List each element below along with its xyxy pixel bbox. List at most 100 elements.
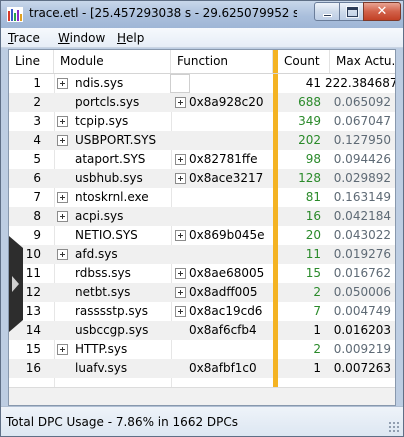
max-actual-value: 0.043022	[333, 228, 391, 242]
horizontal-scrollbar[interactable]	[9, 387, 395, 405]
function-address: 0x8afbf1c0	[189, 361, 257, 375]
expand-icon[interactable]	[175, 268, 186, 279]
menu-trace[interactable]: Trace	[8, 31, 40, 45]
pane-collapse-tab-icon[interactable]	[9, 236, 23, 332]
table-row[interactable]: 2 portcls.sys 0x8a928c20 688 0.065092	[9, 93, 395, 112]
function-address: 0x8ace3217	[189, 171, 264, 185]
count-value: 688	[298, 95, 321, 109]
expand-icon[interactable]	[57, 78, 68, 89]
expand-icon[interactable]	[57, 211, 68, 222]
header-function[interactable]: Function	[171, 50, 273, 73]
max-actual-value: 0.009219	[333, 342, 391, 356]
module-name: HTTP.sys	[75, 342, 128, 356]
menu-window[interactable]: Window	[58, 31, 105, 45]
header-line[interactable]: Line	[9, 50, 54, 73]
count-value: 7	[313, 304, 321, 318]
function-cell-box	[170, 74, 190, 93]
table-header: Line Module Function Count Max Actu...	[9, 50, 395, 74]
count-value: 128	[298, 171, 321, 185]
table-row[interactable]: 4 USBPORT.SYS 202 0.127950	[9, 131, 395, 150]
resize-grip-icon[interactable]	[388, 421, 400, 433]
table-row[interactable]: 15 HTTP.sys 2 0.009219	[9, 340, 395, 359]
table-row[interactable]: 10 afd.sys 11 0.019276	[9, 245, 395, 264]
minimize-icon	[323, 14, 332, 17]
expand-icon[interactable]	[175, 230, 186, 241]
count-value: 81	[305, 190, 321, 204]
count-value: 202	[298, 133, 321, 147]
max-actual-value: 222.384687	[325, 76, 395, 90]
function-address	[189, 74, 271, 93]
minimize-button[interactable]	[314, 2, 340, 21]
title-bar[interactable]: trace.etl - [25.457293038 s - 29.6250799…	[1, 1, 403, 28]
maximize-icon	[347, 7, 358, 17]
module-name: usbccgp.sys	[75, 323, 149, 337]
function-address: 0x8ac19cd6	[189, 304, 263, 318]
menu-trace-rest: race	[13, 31, 40, 45]
table-row[interactable]: 1 ndis.sys 41 222.384687	[9, 74, 395, 93]
line-number: 8	[33, 209, 41, 223]
menu-help-accel: H	[117, 31, 127, 45]
table-row[interactable]: 9 NETIO.SYS 0x869b045e 20 0.043022	[9, 226, 395, 245]
module-name: netbt.sys	[75, 285, 131, 299]
expand-icon[interactable]	[175, 287, 186, 298]
max-actual-value: 0.016762	[333, 266, 391, 280]
header-max-actual[interactable]: Max Actu...	[330, 50, 395, 73]
header-count[interactable]: Count	[278, 50, 330, 73]
module-name: ndis.sys	[75, 76, 124, 90]
line-number: 5	[33, 152, 41, 166]
module-name: ntoskrnl.exe	[75, 190, 149, 204]
expand-icon[interactable]	[57, 116, 68, 127]
maximize-button[interactable]	[339, 2, 364, 21]
expand-icon[interactable]	[57, 249, 68, 260]
expand-icon[interactable]	[175, 306, 186, 317]
close-icon: ✕	[376, 4, 388, 19]
header-module[interactable]: Module	[54, 50, 171, 73]
window-title: trace.etl - [25.457293038 s - 29.6250799…	[29, 6, 297, 20]
max-actual-value: 0.004749	[333, 304, 391, 318]
function-address: 0x8af6cfb4	[189, 323, 257, 337]
table-row[interactable]: 7 ntoskrnl.exe 81 0.163149	[9, 188, 395, 207]
count-value: 1	[313, 323, 321, 337]
table-row[interactable]: 16 luafv.sys 0x8afbf1c0 1 0.007263	[9, 359, 395, 378]
max-actual-value: 0.007263	[333, 361, 391, 375]
max-actual-value: 0.050006	[333, 285, 391, 299]
expand-icon[interactable]	[175, 154, 186, 165]
line-number: 3	[33, 114, 41, 128]
menu-window-rest: indow	[69, 31, 106, 45]
expand-icon[interactable]	[175, 97, 186, 108]
function-address: 0x8adff005	[189, 285, 258, 299]
function-address: 0x82781ffe	[189, 152, 258, 166]
count-value: 1	[313, 361, 321, 375]
menu-help[interactable]: Help	[117, 31, 144, 45]
count-value: 15	[305, 266, 321, 280]
expand-icon[interactable]	[57, 135, 68, 146]
max-actual-value: 0.016203	[333, 323, 391, 337]
table-row[interactable]: 14 usbccgp.sys 0x8af6cfb4 1 0.016203	[9, 321, 395, 340]
count-value: 41	[305, 76, 321, 90]
table-row[interactable]: 5 ataport.SYS 0x82781ffe 98 0.094426	[9, 150, 395, 169]
function-address	[189, 340, 271, 359]
expand-icon[interactable]	[175, 173, 186, 184]
line-number: 4	[33, 133, 41, 147]
line-number: 15	[25, 342, 41, 356]
module-name: tcpip.sys	[75, 114, 129, 128]
table-row[interactable]: 11 rdbss.sys 0x8ae68005 15 0.016762	[9, 264, 395, 283]
max-actual-value: 0.163149	[333, 190, 391, 204]
module-name: afd.sys	[75, 247, 118, 261]
function-address	[189, 131, 271, 150]
expand-icon[interactable]	[57, 192, 68, 203]
expand-icon[interactable]	[57, 344, 68, 355]
table-row[interactable]: 13 rasssstp.sys 0x8ac19cd6 7 0.004749	[9, 302, 395, 321]
table-row[interactable]: 12 netbt.sys 0x8adff005 2 0.050006	[9, 283, 395, 302]
line-number: 16	[25, 361, 41, 375]
table-row[interactable]: 3 tcpip.sys 349 0.067047	[9, 112, 395, 131]
menu-window-accel: W	[58, 31, 70, 45]
accent-divider[interactable]	[273, 74, 278, 387]
close-button[interactable]: ✕	[363, 2, 401, 21]
table-row[interactable]: 8 acpi.sys 16 0.042184	[9, 207, 395, 226]
menu-help-rest: elp	[126, 31, 145, 45]
table-row[interactable]: 6 usbhub.sys 0x8ace3217 128 0.029892	[9, 169, 395, 188]
module-name: USBPORT.SYS	[75, 133, 157, 147]
count-value: 98	[305, 152, 321, 166]
function-address: 0x8ae68005	[189, 266, 265, 280]
